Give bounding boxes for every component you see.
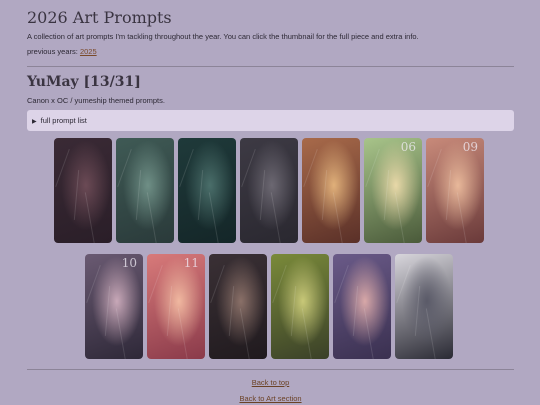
prompt-number: 10	[121, 256, 137, 270]
art-stroke	[197, 170, 204, 220]
prompt-thumbnail[interactable]	[178, 138, 236, 243]
art-stroke	[352, 286, 359, 336]
prompt-thumbnail[interactable]	[240, 138, 298, 243]
prompt-thumbnail[interactable]	[395, 254, 453, 359]
disclosure-triangle-icon: ▶	[32, 119, 37, 125]
prompt-thumbnail[interactable]	[116, 138, 174, 243]
prompt-thumbnail[interactable]: 10	[85, 254, 143, 359]
page-title: 2026 Art Prompts	[27, 8, 172, 27]
section-subtitle: Canon x OC / yumeship themed prompts.	[27, 96, 165, 105]
art-stroke	[259, 170, 266, 220]
intro-text: A collection of art prompts I'm tackling…	[27, 32, 419, 41]
prompt-list-label: full prompt list	[40, 116, 87, 125]
art-stroke	[86, 265, 101, 303]
prompt-thumbnail[interactable]: 06	[364, 138, 422, 243]
art-stroke	[363, 308, 376, 359]
art-stroke	[239, 308, 252, 359]
thumbnail-row: 10 11	[85, 254, 453, 359]
prompt-thumbnail[interactable]	[54, 138, 112, 243]
back-to-top-link[interactable]: Back to top	[27, 378, 514, 387]
art-stroke	[456, 192, 469, 243]
prompt-thumbnail[interactable]: 11	[147, 254, 205, 359]
prompt-thumbnail[interactable]	[302, 138, 360, 243]
divider	[27, 66, 514, 67]
art-stroke	[414, 286, 421, 336]
prompt-list-toggle[interactable]: ▶ full prompt list	[27, 110, 514, 131]
art-stroke	[332, 192, 345, 243]
section-title: YuMay [13/31]	[27, 74, 141, 90]
art-stroke	[55, 149, 70, 187]
art-stroke	[427, 149, 442, 187]
prompt-thumbnail[interactable]	[271, 254, 329, 359]
art-stroke	[303, 149, 318, 187]
art-stroke	[270, 192, 283, 243]
previous-year-link[interactable]: 2025	[80, 47, 97, 56]
art-stroke	[135, 170, 142, 220]
prompt-number: 11	[183, 256, 199, 270]
art-stroke	[179, 149, 194, 187]
prompt-thumbnail[interactable]	[209, 254, 267, 359]
art-stroke	[445, 170, 452, 220]
art-stroke	[73, 170, 80, 220]
art-stroke	[228, 286, 235, 336]
art-stroke	[241, 149, 256, 187]
art-stroke	[115, 308, 128, 359]
prompt-thumbnail[interactable]	[333, 254, 391, 359]
art-stroke	[117, 149, 132, 187]
prompt-number: 09	[462, 140, 478, 154]
art-stroke	[146, 192, 159, 243]
art-stroke	[301, 308, 314, 359]
prompt-thumbnail[interactable]: 09	[426, 138, 484, 243]
art-stroke	[148, 265, 163, 303]
art-stroke	[396, 265, 411, 303]
back-to-art-link[interactable]: Back to Art section	[27, 394, 514, 403]
art-stroke	[383, 170, 390, 220]
art-stroke	[334, 265, 349, 303]
previous-years-label: previous years:	[27, 47, 78, 56]
art-stroke	[321, 170, 328, 220]
art-stroke	[210, 265, 225, 303]
art-stroke	[208, 192, 221, 243]
art-stroke	[425, 308, 438, 359]
prompt-number: 06	[400, 140, 416, 154]
thumbnail-row: 06 09	[54, 138, 484, 243]
art-stroke	[104, 286, 111, 336]
previous-years: previous years: 2025	[27, 47, 97, 56]
art-stroke	[290, 286, 297, 336]
art-stroke	[365, 149, 380, 187]
art-stroke	[166, 286, 173, 336]
art-stroke	[394, 192, 407, 243]
art-stroke	[177, 308, 190, 359]
art-stroke	[84, 192, 97, 243]
art-stroke	[272, 265, 287, 303]
divider	[27, 369, 514, 370]
